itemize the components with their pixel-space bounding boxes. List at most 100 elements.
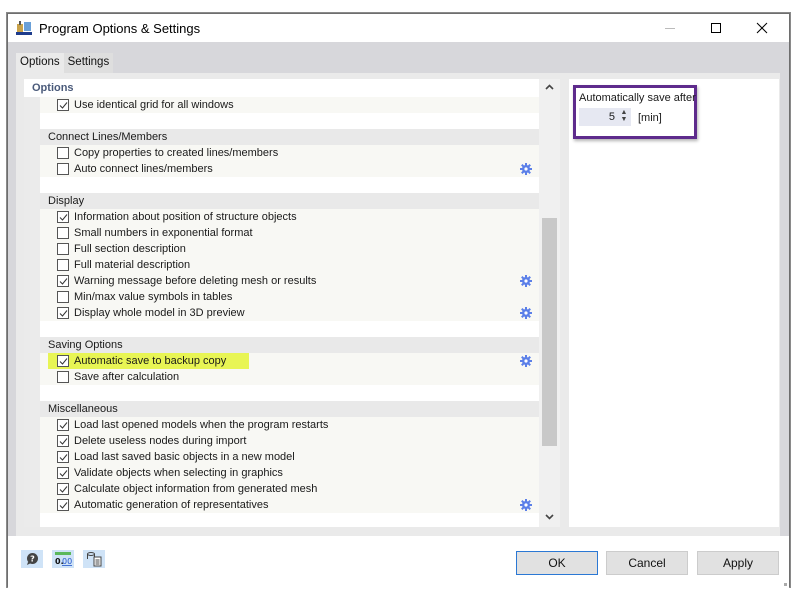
option-row[interactable]: Automatic generation of representatives bbox=[24, 497, 539, 513]
close-button[interactable] bbox=[739, 14, 785, 42]
option-checkbox[interactable] bbox=[57, 499, 69, 511]
tab-options[interactable]: Options bbox=[16, 53, 64, 73]
help-button[interactable]: ? bbox=[21, 550, 43, 568]
group-header[interactable]: Saving Options bbox=[24, 337, 539, 353]
dialog-footer: ? 0. 00 OK Cancel Apply bbox=[8, 536, 789, 588]
gear-icon[interactable] bbox=[520, 163, 532, 175]
gear-icon[interactable] bbox=[520, 499, 532, 511]
scroll-down-button[interactable] bbox=[539, 509, 560, 525]
close-icon bbox=[756, 22, 768, 34]
option-label: Warning message before deleting mesh or … bbox=[74, 275, 317, 287]
option-label: Save after calculation bbox=[74, 371, 180, 383]
autosave-interval-spinner[interactable]: 5 ▲ ▼ bbox=[579, 108, 631, 126]
option-row[interactable]: Calculate object information from genera… bbox=[24, 481, 539, 497]
group-spacer bbox=[24, 385, 539, 401]
option-row[interactable]: Validate objects when selecting in graph… bbox=[24, 465, 539, 481]
option-checkbox[interactable] bbox=[57, 451, 69, 463]
vertical-scrollbar[interactable] bbox=[539, 79, 560, 527]
option-label: Information about position of structure … bbox=[74, 211, 297, 223]
option-checkbox[interactable] bbox=[57, 307, 69, 319]
options-tab-body: Options Use identical grid for all windo… bbox=[16, 73, 780, 536]
scroll-up-button[interactable] bbox=[539, 79, 560, 95]
tab-strip: Options Settings bbox=[16, 53, 114, 73]
option-checkbox[interactable] bbox=[57, 147, 69, 159]
options-header: Options bbox=[24, 79, 539, 97]
gear-icon[interactable] bbox=[520, 355, 532, 367]
ok-button[interactable]: OK bbox=[516, 551, 598, 575]
option-row[interactable]: Warning message before deleting mesh or … bbox=[24, 273, 539, 289]
option-label: Use identical grid for all windows bbox=[74, 99, 234, 111]
option-checkbox[interactable] bbox=[57, 259, 69, 271]
group-spacer bbox=[24, 177, 539, 193]
option-checkbox[interactable] bbox=[57, 355, 69, 367]
option-checkbox[interactable] bbox=[57, 163, 69, 175]
option-checkbox[interactable] bbox=[57, 275, 69, 287]
option-checkbox[interactable] bbox=[57, 435, 69, 447]
option-row[interactable]: Information about position of structure … bbox=[24, 209, 539, 225]
options-panel: Options Use identical grid for all windo… bbox=[24, 79, 560, 527]
option-row[interactable]: Delete useless nodes during import bbox=[24, 433, 539, 449]
option-label: Display whole model in 3D preview bbox=[74, 307, 245, 319]
option-row[interactable]: Load last opened models when the program… bbox=[24, 417, 539, 433]
option-row[interactable]: Auto connect lines/members bbox=[24, 161, 539, 177]
detail-panel: Automatically save after 5 ▲ ▼ [min] bbox=[569, 79, 779, 527]
option-checkbox[interactable] bbox=[57, 371, 69, 383]
resize-grip[interactable] bbox=[784, 583, 787, 586]
gear-icon[interactable] bbox=[520, 307, 532, 319]
minimize-icon bbox=[665, 28, 675, 29]
option-label: Automatic generation of representatives bbox=[74, 499, 269, 511]
option-checkbox[interactable] bbox=[57, 243, 69, 255]
gear-icon[interactable] bbox=[520, 275, 532, 287]
autosave-label: Automatically save after bbox=[579, 92, 696, 104]
group-header[interactable]: Miscellaneous bbox=[24, 401, 539, 417]
option-row[interactable]: Automatic save to backup copy bbox=[24, 353, 539, 371]
group-header[interactable]: Connect Lines/Members bbox=[24, 129, 539, 145]
help-icon: ? bbox=[27, 553, 38, 565]
option-checkbox[interactable] bbox=[57, 291, 69, 303]
option-checkbox[interactable] bbox=[57, 483, 69, 495]
scroll-thumb[interactable] bbox=[542, 218, 557, 446]
app-icon bbox=[16, 20, 32, 36]
option-row[interactable]: Full material description bbox=[24, 257, 539, 273]
dialog-client-area: Options Settings Options Use identical g… bbox=[8, 42, 789, 536]
autosave-unit: [min] bbox=[638, 112, 662, 124]
minimize-button[interactable] bbox=[647, 14, 693, 42]
option-label: Auto connect lines/members bbox=[74, 163, 213, 175]
option-row[interactable]: Use identical grid for all windows bbox=[24, 97, 539, 113]
option-label: Delete useless nodes during import bbox=[74, 435, 247, 447]
autosave-interval-value[interactable]: 5 bbox=[609, 111, 615, 123]
option-label: Min/max value symbols in tables bbox=[74, 291, 233, 303]
option-label: Full section description bbox=[74, 243, 186, 255]
apply-button[interactable]: Apply bbox=[697, 551, 779, 575]
option-row[interactable]: Display whole model in 3D preview bbox=[24, 305, 539, 321]
group-spacer bbox=[24, 321, 539, 337]
option-label: Full material description bbox=[74, 259, 191, 271]
option-row[interactable]: Load last saved basic objects in a new m… bbox=[24, 449, 539, 465]
svg-text:00: 00 bbox=[62, 557, 72, 566]
option-row[interactable]: Full section description bbox=[24, 241, 539, 257]
chevron-down-icon bbox=[545, 514, 554, 520]
maximize-button[interactable] bbox=[693, 14, 739, 42]
decimal-places-button[interactable]: 0. 00 bbox=[52, 550, 74, 568]
option-checkbox[interactable] bbox=[57, 467, 69, 479]
option-row[interactable]: Copy properties to created lines/members bbox=[24, 145, 539, 161]
spinner-arrows-icon[interactable]: ▲ ▼ bbox=[620, 109, 628, 125]
window-title: Program Options & Settings bbox=[39, 21, 201, 36]
database-copy-button[interactable] bbox=[83, 550, 105, 568]
group-spacer bbox=[24, 113, 539, 129]
option-label: Small numbers in exponential format bbox=[74, 227, 253, 239]
tab-settings[interactable]: Settings bbox=[63, 53, 114, 73]
decimal-places-icon: 0. 00 bbox=[55, 552, 72, 566]
maximize-icon bbox=[711, 23, 721, 33]
option-checkbox[interactable] bbox=[57, 211, 69, 223]
group-label: Display bbox=[48, 195, 85, 207]
option-row[interactable]: Min/max value symbols in tables bbox=[24, 289, 539, 305]
cancel-button[interactable]: Cancel bbox=[606, 551, 688, 575]
option-label: Copy properties to created lines/members bbox=[74, 147, 279, 159]
option-checkbox[interactable] bbox=[57, 227, 69, 239]
group-header[interactable]: Display bbox=[24, 193, 539, 209]
option-row[interactable]: Small numbers in exponential format bbox=[24, 225, 539, 241]
option-checkbox[interactable] bbox=[57, 419, 69, 431]
option-row[interactable]: Save after calculation bbox=[24, 369, 539, 385]
option-checkbox[interactable] bbox=[57, 99, 69, 111]
